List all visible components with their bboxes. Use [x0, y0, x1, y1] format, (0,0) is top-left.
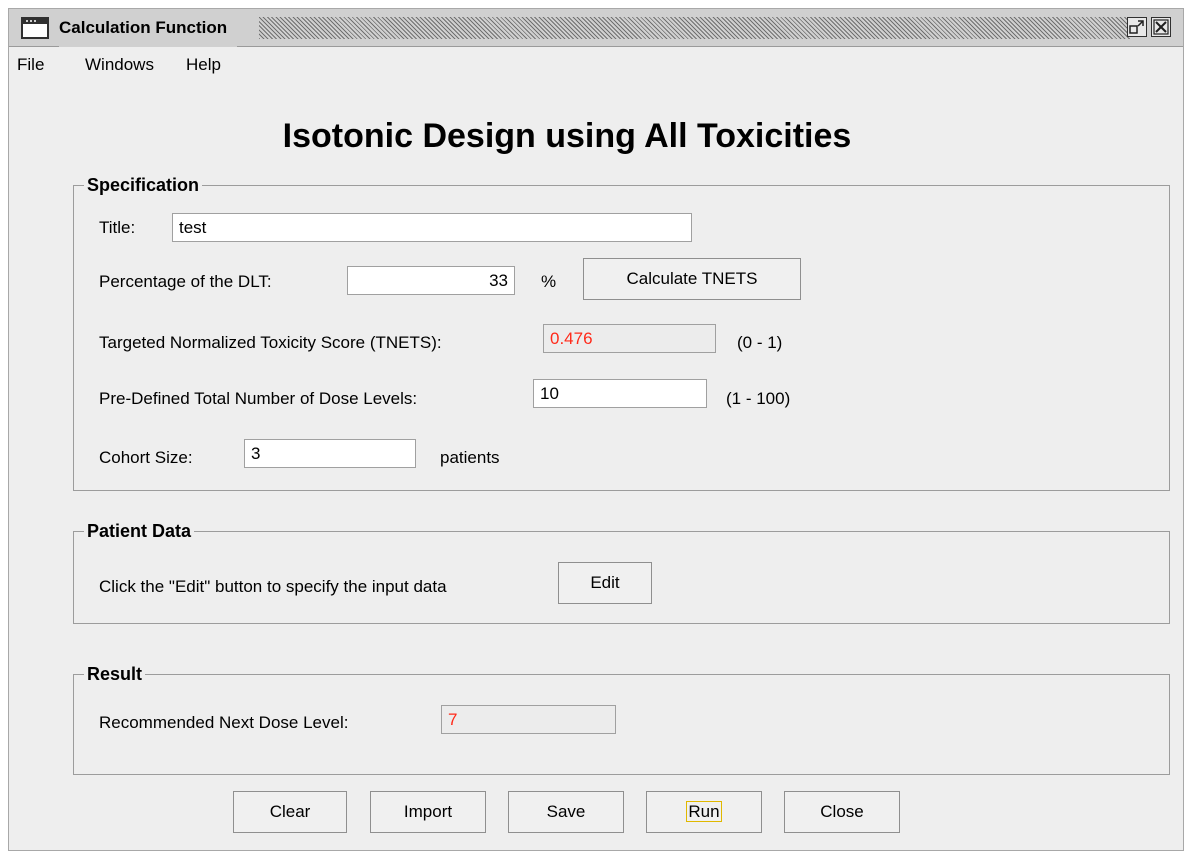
- dlt-percentage-input[interactable]: 33: [347, 266, 515, 295]
- menu-windows[interactable]: Windows: [85, 47, 154, 83]
- next-dose-value-field: 7: [441, 705, 616, 734]
- title-bar[interactable]: Calculation Function: [9, 9, 1183, 47]
- dlt-percentage-label: Percentage of the DLT:: [99, 272, 272, 291]
- title-bar-pattern: [259, 17, 1131, 39]
- window-title: Calculation Function: [59, 9, 238, 47]
- tnets-range: (0 - 1): [737, 333, 783, 352]
- close-icon[interactable]: [1151, 17, 1171, 37]
- close-button[interactable]: Close: [784, 791, 900, 833]
- next-dose-label: Recommended Next Dose Level:: [99, 713, 349, 732]
- tnets-label: Targeted Normalized Toxicity Score (TNET…: [99, 333, 442, 352]
- dose-levels-input[interactable]: 10: [533, 379, 707, 408]
- patient-data-instruction: Click the "Edit" button to specify the i…: [99, 577, 447, 596]
- patient-data-group: Patient Data Click the "Edit" button to …: [73, 520, 1170, 624]
- tnets-value-field: 0.476: [543, 324, 716, 353]
- result-group: Result Recommended Next Dose Level: 7: [73, 663, 1170, 775]
- cohort-size-unit: patients: [440, 448, 500, 467]
- patient-data-legend: Patient Data: [84, 520, 195, 542]
- import-button[interactable]: Import: [370, 791, 486, 833]
- restore-icon[interactable]: [1127, 17, 1147, 37]
- title-label: Title:: [99, 218, 136, 237]
- edit-button[interactable]: Edit: [558, 562, 652, 604]
- dose-levels-label: Pre-Defined Total Number of Dose Levels:: [99, 389, 418, 408]
- run-button[interactable]: Run: [646, 791, 762, 833]
- calculate-tnets-button[interactable]: Calculate TNETS: [583, 258, 801, 300]
- menu-help[interactable]: Help: [186, 47, 221, 83]
- page-title: Isotonic Design using All Toxicities: [282, 117, 852, 155]
- result-legend: Result: [84, 663, 146, 685]
- window-app-icon[interactable]: [21, 17, 49, 39]
- specification-group: Specification Title: test Percentage of …: [73, 174, 1170, 491]
- cohort-size-input[interactable]: 3: [244, 439, 416, 468]
- save-button[interactable]: Save: [508, 791, 624, 833]
- menu-file[interactable]: File: [17, 47, 44, 83]
- calculation-window: Calculation Function File Windows Help I…: [8, 8, 1184, 851]
- cohort-size-label: Cohort Size:: [99, 448, 193, 467]
- specification-legend: Specification: [84, 174, 203, 196]
- clear-button[interactable]: Clear: [233, 791, 347, 833]
- title-input[interactable]: test: [172, 213, 692, 242]
- menu-bar: File Windows Help: [9, 47, 1183, 83]
- dose-levels-range: (1 - 100): [726, 389, 791, 408]
- dlt-percent-unit: %: [541, 272, 557, 291]
